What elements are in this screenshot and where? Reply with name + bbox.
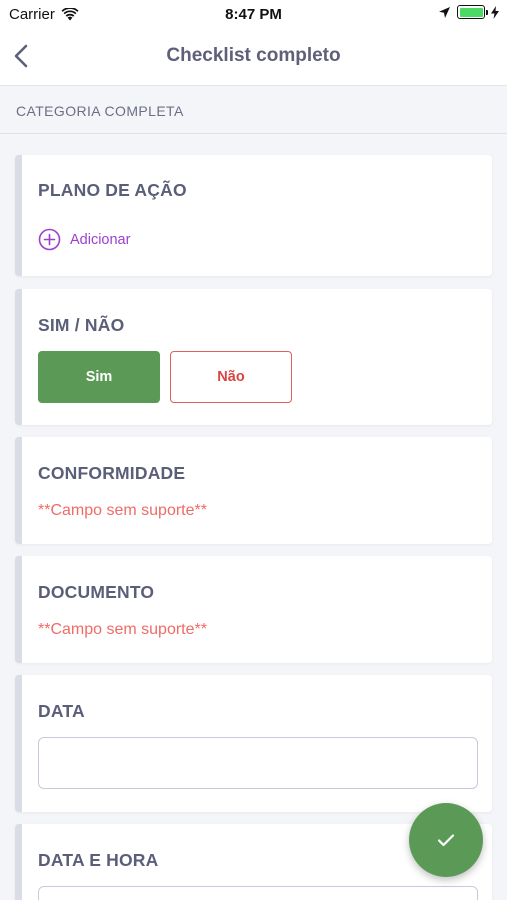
datetime-input[interactable] [38, 886, 478, 900]
card-plano-de-acao: PLANO DE AÇÃO Adicionar [15, 155, 492, 276]
status-time: 8:47 PM [225, 6, 282, 23]
section-header: CATEGORIA COMPLETA [0, 86, 507, 134]
yes-button[interactable]: Sim [38, 351, 160, 403]
card-title: CONFORMIDADE [38, 463, 186, 483]
date-input[interactable] [38, 737, 478, 789]
card-title: DOCUMENTO [38, 582, 155, 602]
card-documento: DOCUMENTO **Campo sem suporte** [15, 556, 492, 663]
battery-icon [457, 5, 488, 19]
location-arrow-icon [439, 6, 450, 18]
card-conformidade: CONFORMIDADE **Campo sem suporte** [15, 437, 492, 544]
card-title: DATA [38, 701, 85, 721]
card-data: DATA [15, 675, 492, 812]
card-sim-nao: SIM / NÃO Sim Não [15, 289, 492, 425]
charging-bolt-icon [491, 5, 499, 19]
add-action-plan-button[interactable]: Adicionar [38, 228, 130, 251]
card-title: PLANO DE AÇÃO [38, 180, 187, 200]
card-title: DATA E HORA [38, 850, 159, 870]
card-title: SIM / NÃO [38, 315, 125, 335]
plus-circle-icon [38, 228, 61, 251]
status-bar: Carrier 8:47 PM [0, 0, 507, 28]
no-button[interactable]: Não [170, 351, 292, 403]
navigation-bar: Checklist completo [0, 28, 507, 86]
unsupported-field-message: **Campo sem suporte** [38, 502, 207, 519]
status-right [438, 5, 499, 19]
page-title: Checklist completo [166, 45, 341, 66]
check-icon [437, 834, 455, 847]
add-label: Adicionar [70, 231, 131, 248]
unsupported-field-message: **Campo sem suporte** [38, 621, 207, 638]
confirm-fab-button[interactable] [409, 803, 483, 877]
